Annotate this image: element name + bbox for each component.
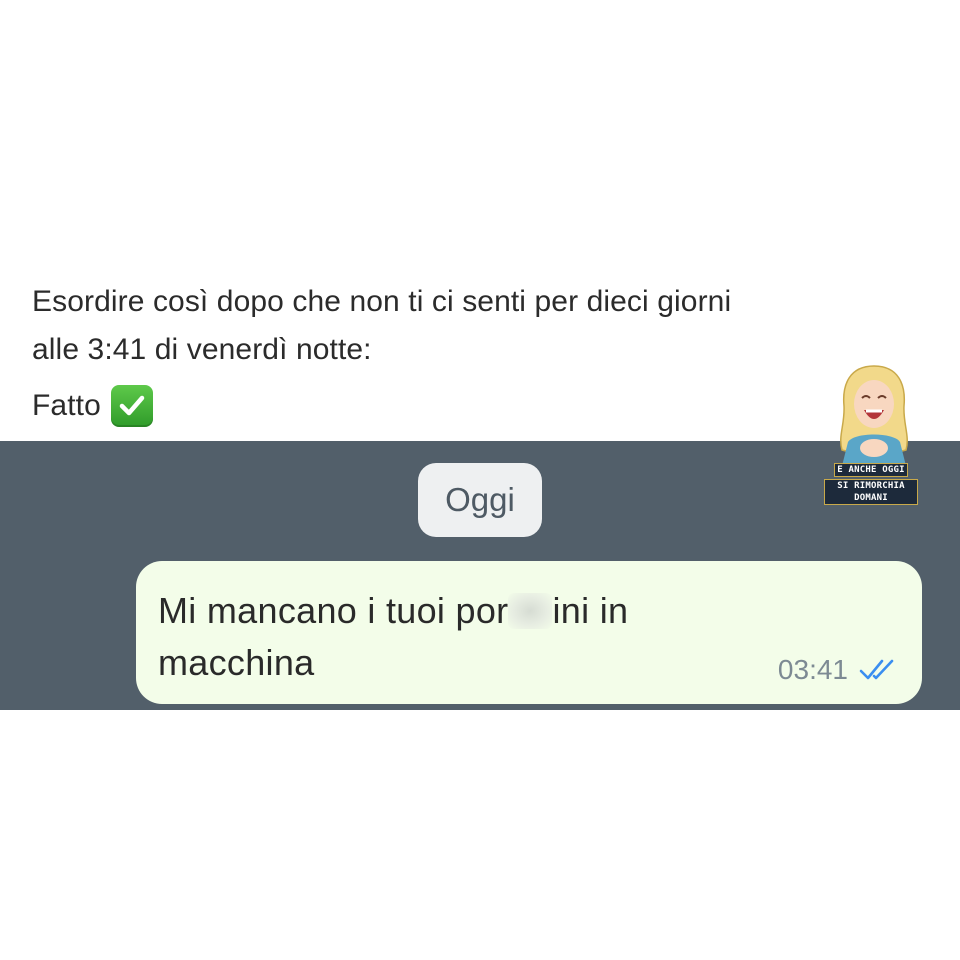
- message-text-part-1: Mi mancano i tuoi por: [158, 590, 509, 631]
- double-check-read-icon: [858, 657, 898, 683]
- message-text-part-2: ini in: [552, 590, 629, 631]
- caption-fatto-text: Fatto: [32, 389, 101, 422]
- message-time: 03:41: [777, 654, 848, 685]
- sticker-watermark: E ANCHE OGGI SI RIMORCHIA DOMANI: [824, 463, 918, 507]
- watermark-line-1: E ANCHE OGGI: [834, 463, 908, 477]
- chat-screenshot: Oggi Mi mancano i tuoi por ini in macchin…: [0, 441, 960, 710]
- message-meta: 03:41: [778, 654, 898, 686]
- date-separator: Oggi: [418, 463, 542, 537]
- date-label: Oggi: [445, 481, 515, 518]
- caption-line-2: alle 3:41 di venerdì notte:: [32, 333, 372, 366]
- censor-blur: [508, 593, 553, 629]
- message-text-line-2: macchina: [158, 642, 315, 683]
- outgoing-message-bubble[interactable]: Mi mancano i tuoi por ini in macchina 03:…: [136, 561, 922, 704]
- caption-line-3: Fatto: [32, 382, 932, 430]
- check-mark-icon: [110, 385, 153, 427]
- meme-caption: Esordire così dopo che non ti ci senti p…: [32, 278, 932, 430]
- watermark-line-2: SI RIMORCHIA DOMANI: [824, 479, 918, 505]
- message-text: Mi mancano i tuoi por ini in macchina: [158, 585, 758, 689]
- caption-line-1: Esordire così dopo che non ti ci senti p…: [32, 285, 732, 318]
